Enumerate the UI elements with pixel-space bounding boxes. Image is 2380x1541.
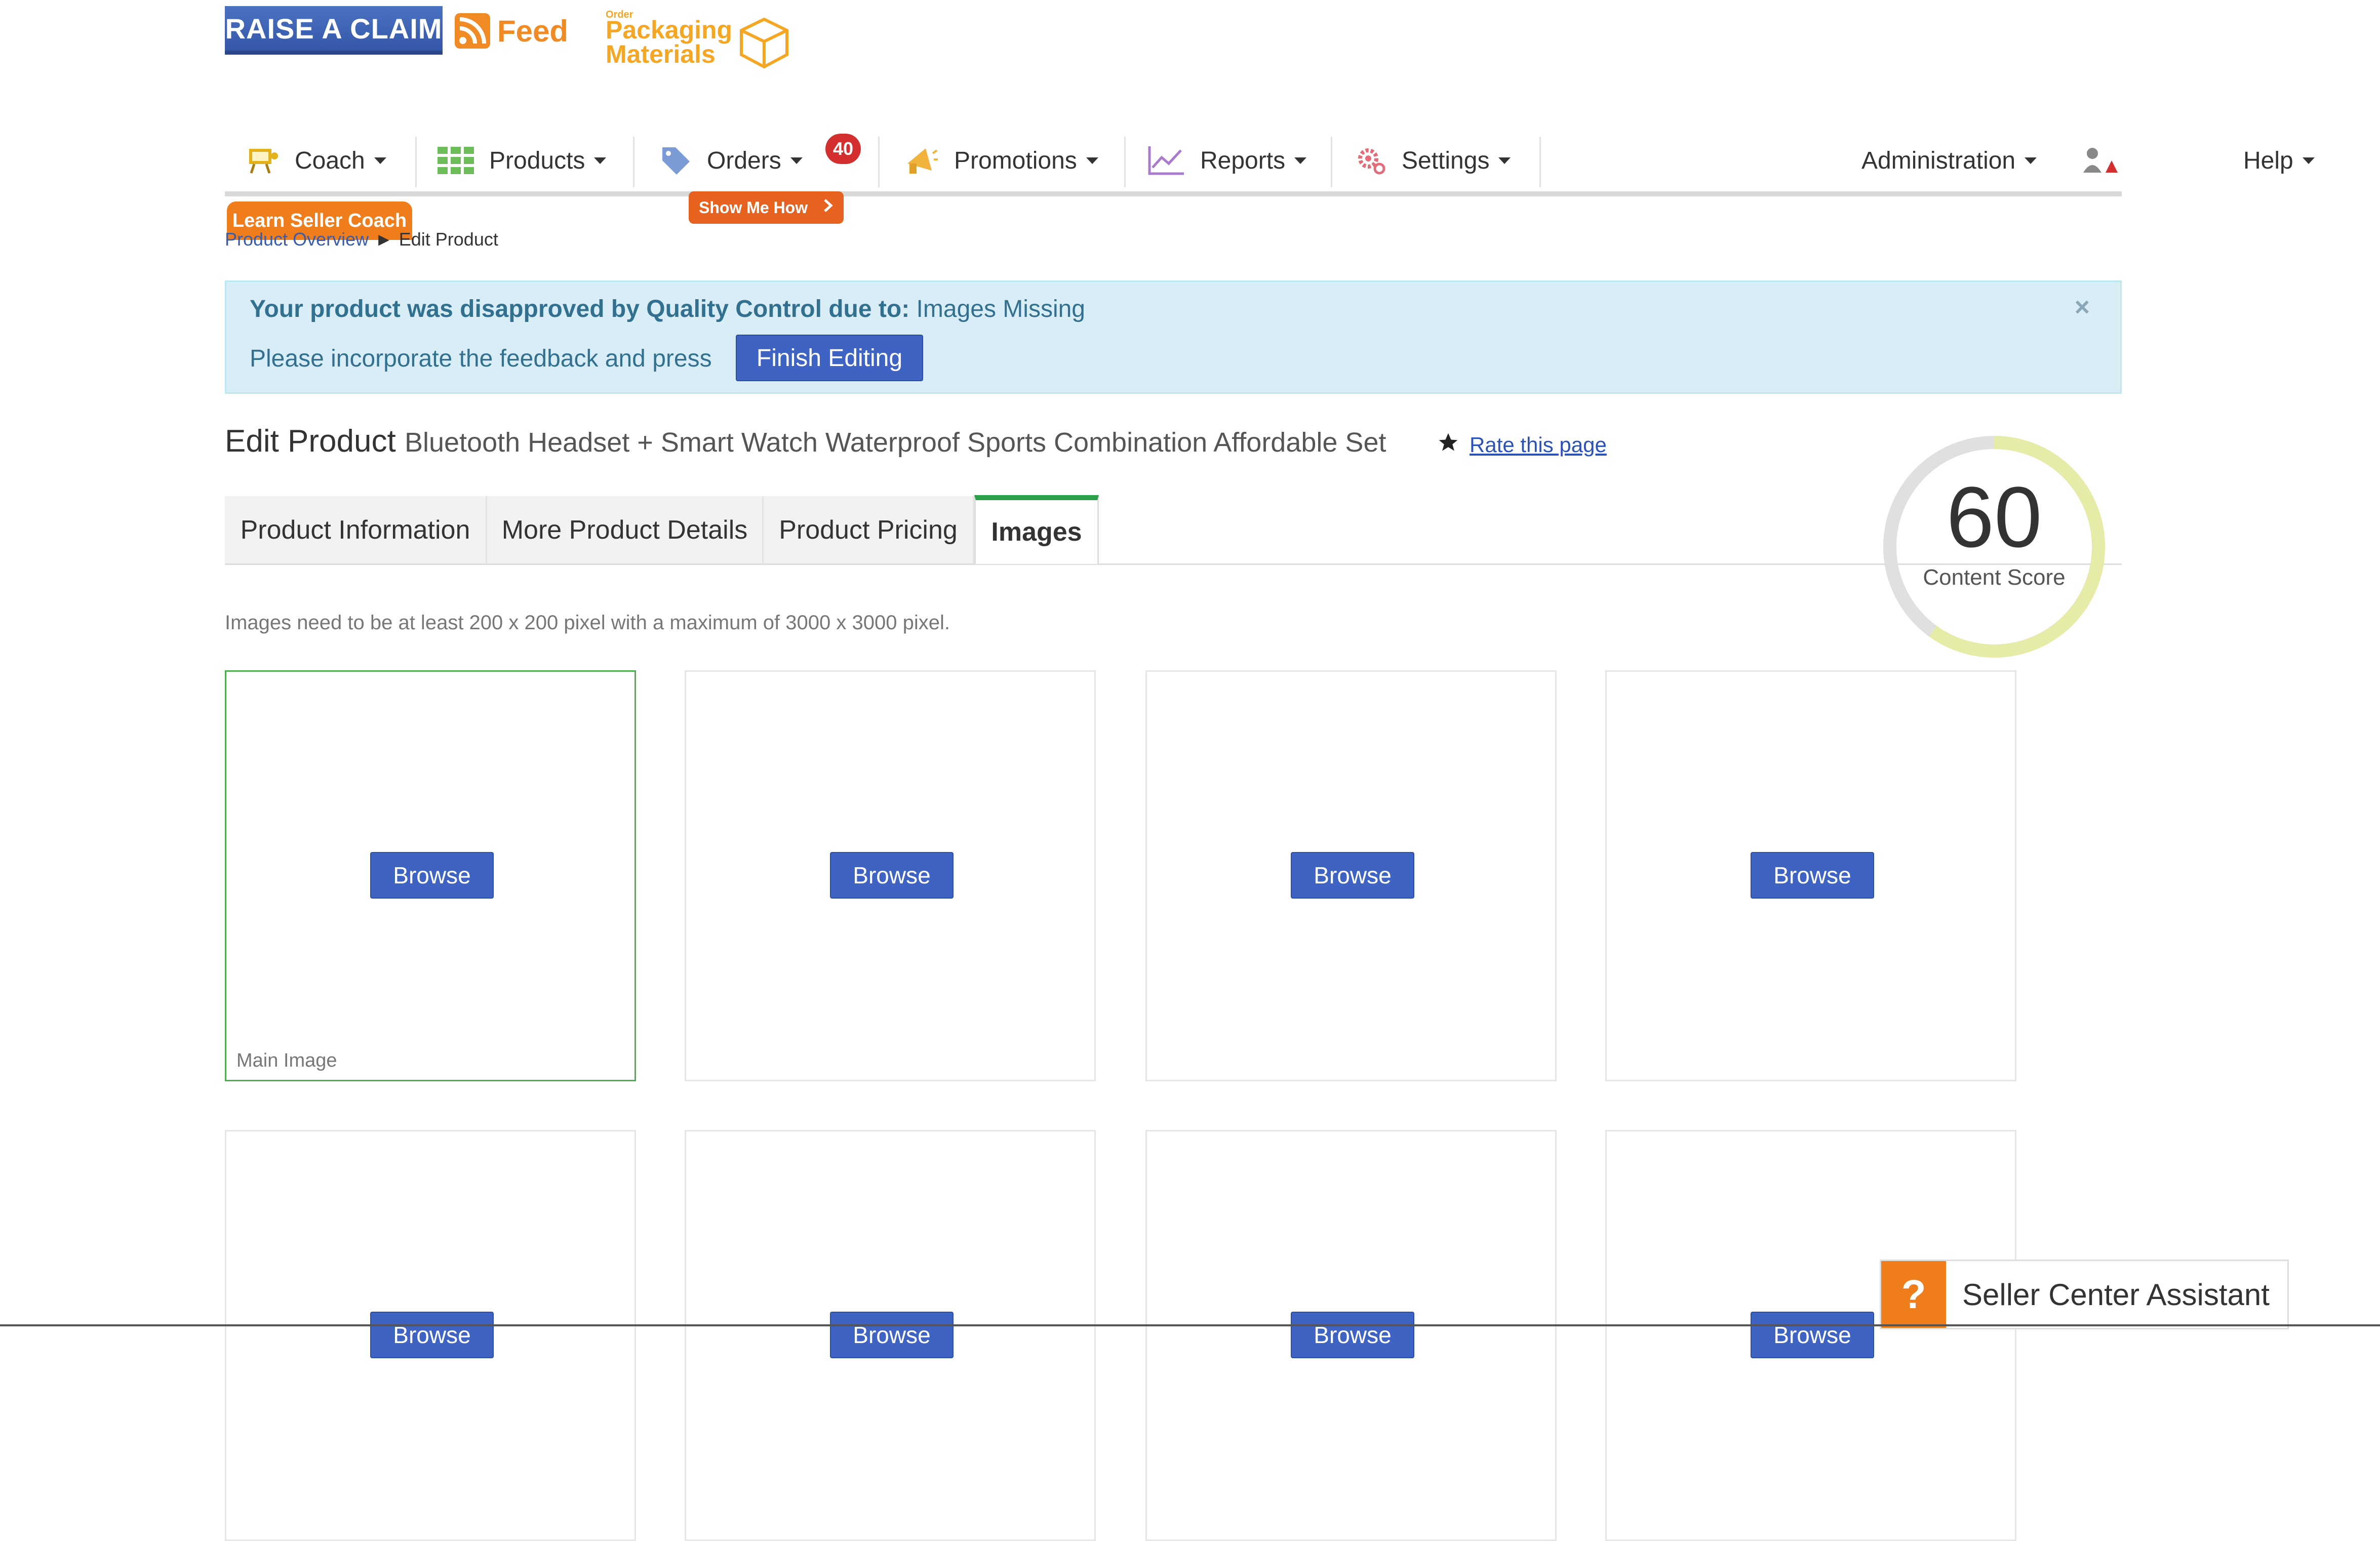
line-chart-icon bbox=[1147, 145, 1185, 176]
page-title: Edit Product Bluetooth Headset + Smart W… bbox=[225, 423, 1386, 459]
alert-message: Your product was disapproved by Quality … bbox=[250, 295, 1085, 323]
page-title-label: Edit Product bbox=[225, 424, 396, 459]
main-nav: Coach Products Orders Promotions Reports… bbox=[225, 130, 2315, 196]
content-score-label: Content Score bbox=[1923, 565, 2066, 590]
chevron-down-icon bbox=[790, 157, 803, 164]
box-icon bbox=[736, 15, 792, 73]
image-slot: Browse bbox=[1605, 1130, 2016, 1541]
feed-label: Feed bbox=[497, 14, 569, 48]
chevron-right-icon bbox=[823, 198, 833, 217]
tab-product-pricing[interactable]: Product Pricing bbox=[764, 496, 974, 563]
coach-icon bbox=[247, 147, 280, 174]
image-slot-main: Browse Main Image bbox=[225, 670, 636, 1081]
breadcrumb-separator: ► bbox=[375, 229, 393, 250]
image-slot: Browse bbox=[225, 1130, 636, 1541]
show-me-how-label: Show Me How bbox=[699, 198, 808, 217]
chevron-down-icon bbox=[374, 157, 386, 164]
rss-icon bbox=[455, 13, 490, 49]
packaging-label-line2: Materials bbox=[606, 40, 716, 68]
feed-link[interactable]: Feed bbox=[455, 9, 568, 53]
nav-products[interactable]: Products bbox=[438, 130, 607, 191]
content-score-value: 60 bbox=[1946, 469, 2042, 565]
qc-disapproval-alert: Your product was disapproved by Quality … bbox=[225, 280, 2122, 394]
chevron-down-icon bbox=[1498, 157, 1511, 164]
content-score-gauge: 60 Content Score bbox=[1880, 432, 2109, 661]
image-slot: Browse bbox=[685, 1130, 1096, 1541]
browse-button[interactable]: Browse bbox=[1291, 1312, 1414, 1358]
grid-icon bbox=[438, 147, 474, 174]
image-size-hint: Images need to be at least 200 x 200 pix… bbox=[225, 612, 950, 634]
nav-promotions-label: Promotions bbox=[954, 147, 1077, 174]
nav-settings-label: Settings bbox=[1402, 147, 1490, 174]
main-image-label: Main Image bbox=[236, 1050, 337, 1071]
nav-coach-label: Coach bbox=[295, 147, 365, 174]
chevron-down-icon bbox=[1294, 157, 1307, 164]
nav-administration-label: Administration bbox=[1861, 147, 2016, 174]
chevron-down-icon bbox=[594, 157, 607, 164]
breadcrumb-current: Edit Product bbox=[399, 229, 498, 250]
tag-icon bbox=[660, 145, 692, 176]
packaging-materials-link[interactable]: Order Packaging Materials bbox=[604, 9, 796, 70]
nav-products-label: Products bbox=[489, 147, 585, 174]
image-slot: Browse bbox=[1145, 1130, 1557, 1541]
nav-coach[interactable]: Coach bbox=[247, 130, 386, 191]
show-me-how-button[interactable]: Show Me How bbox=[689, 191, 844, 224]
alert-reason: Images Missing bbox=[916, 296, 1085, 322]
megaphone-icon bbox=[905, 145, 939, 176]
nav-help[interactable]: Help bbox=[2243, 130, 2315, 191]
star-icon bbox=[1437, 431, 1459, 459]
alert-bold-text: Your product was disapproved by Quality … bbox=[250, 296, 910, 322]
packaging-label-line1: Packaging bbox=[606, 16, 733, 44]
close-icon[interactable]: × bbox=[2075, 292, 2090, 322]
nav-help-label: Help bbox=[2243, 147, 2293, 174]
nav-settings[interactable]: Settings bbox=[1356, 130, 1511, 191]
nav-promotions[interactable]: Promotions bbox=[905, 130, 1098, 191]
tab-more-product-details[interactable]: More Product Details bbox=[487, 496, 764, 563]
nav-administration[interactable]: Administration bbox=[1861, 130, 2037, 191]
nav-orders-label: Orders bbox=[707, 147, 781, 174]
image-slot: Browse bbox=[685, 670, 1096, 1081]
browse-button[interactable]: Browse bbox=[1751, 1312, 1874, 1358]
browse-button[interactable]: Browse bbox=[370, 852, 494, 899]
raise-claim-button[interactable]: RAISE A CLAIM bbox=[225, 6, 443, 55]
rate-this-page[interactable]: Rate this page bbox=[1437, 431, 1607, 459]
browse-button[interactable]: Browse bbox=[830, 852, 954, 899]
browse-button[interactable]: Browse bbox=[1291, 852, 1414, 899]
image-slot: Browse bbox=[1145, 670, 1557, 1081]
tab-images[interactable]: Images bbox=[974, 495, 1099, 564]
bottom-divider bbox=[0, 1324, 2380, 1326]
orders-count-badge: 40 bbox=[825, 134, 861, 164]
finish-editing-button[interactable]: Finish Editing bbox=[736, 335, 923, 381]
product-tabs: Product Information More Product Details… bbox=[225, 495, 2122, 565]
breadcrumb-product-overview[interactable]: Product Overview bbox=[225, 229, 369, 250]
alert-instruction: Please incorporate the feedback and pres… bbox=[250, 345, 712, 372]
tab-product-information[interactable]: Product Information bbox=[225, 496, 487, 563]
image-slot: Browse bbox=[1605, 670, 2016, 1081]
rate-this-page-link[interactable]: Rate this page bbox=[1470, 433, 1607, 457]
seller-center-assistant-label: Seller Center Assistant bbox=[1962, 1277, 2270, 1312]
gear-icon bbox=[1356, 145, 1386, 176]
nav-reports-label: Reports bbox=[1200, 147, 1286, 174]
question-icon: ? bbox=[1881, 1261, 1946, 1328]
browse-button[interactable]: Browse bbox=[370, 1312, 494, 1358]
user-alert-icon[interactable] bbox=[2082, 130, 2118, 191]
breadcrumb: Product Overview ► Edit Product bbox=[225, 229, 498, 250]
chevron-down-icon bbox=[1086, 157, 1098, 164]
browse-button[interactable]: Browse bbox=[830, 1312, 954, 1358]
product-name: Bluetooth Headset + Smart Watch Waterpro… bbox=[404, 427, 1386, 458]
nav-orders[interactable]: Orders bbox=[660, 130, 803, 191]
chevron-down-icon bbox=[2025, 157, 2037, 164]
chevron-down-icon bbox=[2302, 157, 2315, 164]
seller-center-assistant[interactable]: ? Seller Center Assistant bbox=[1880, 1260, 2289, 1329]
nav-reports[interactable]: Reports bbox=[1147, 130, 1307, 191]
browse-button[interactable]: Browse bbox=[1751, 852, 1874, 899]
